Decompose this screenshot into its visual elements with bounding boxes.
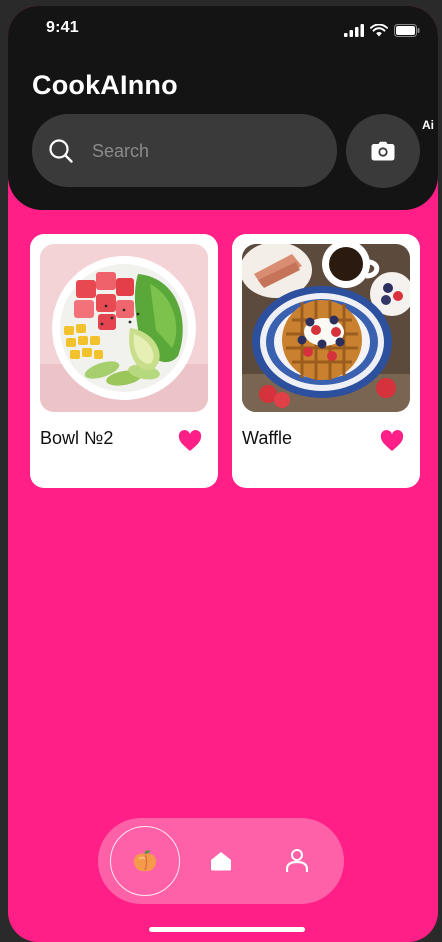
bottom-nav	[98, 818, 344, 904]
recipe-image	[242, 244, 410, 412]
status-bar: 9:41	[8, 6, 438, 50]
profile-icon	[286, 849, 308, 872]
header: 9:41 CookAInno Search Ai	[8, 6, 438, 210]
search-input[interactable]	[90, 114, 314, 189]
camera-icon	[371, 141, 395, 161]
ai-badge: Ai	[422, 118, 434, 132]
recipe-image	[40, 244, 208, 412]
wifi-icon	[370, 23, 388, 36]
heart-icon[interactable]	[178, 430, 202, 452]
recipe-name: Waffle	[242, 428, 293, 448]
peach-icon	[133, 850, 157, 872]
home-indicator	[149, 927, 305, 932]
status-icons	[344, 21, 420, 39]
app-title: CookAInno	[32, 70, 178, 100]
app-screen: 9:41 CookAInno Search Ai Bowl №2 Waffle	[8, 6, 438, 942]
heart-icon[interactable]	[380, 430, 404, 452]
recipe-card[interactable]: Bowl №2	[30, 234, 218, 488]
search-bar[interactable]	[32, 114, 337, 189]
recipe-card[interactable]: Waffle	[232, 234, 420, 488]
home-icon	[211, 852, 231, 871]
search-icon	[49, 139, 73, 163]
camera-button[interactable]	[346, 114, 420, 188]
status-time: 9:41	[46, 19, 79, 36]
battery-icon	[394, 23, 420, 37]
poke-bowl-photo	[40, 244, 208, 412]
nav-item-home[interactable]	[186, 826, 256, 896]
nav-item-peach[interactable]	[110, 826, 180, 896]
recipe-name: Bowl №2	[40, 428, 114, 448]
waffle-photo	[242, 244, 410, 412]
signal-icon	[344, 23, 364, 37]
nav-item-profile[interactable]	[262, 826, 332, 896]
